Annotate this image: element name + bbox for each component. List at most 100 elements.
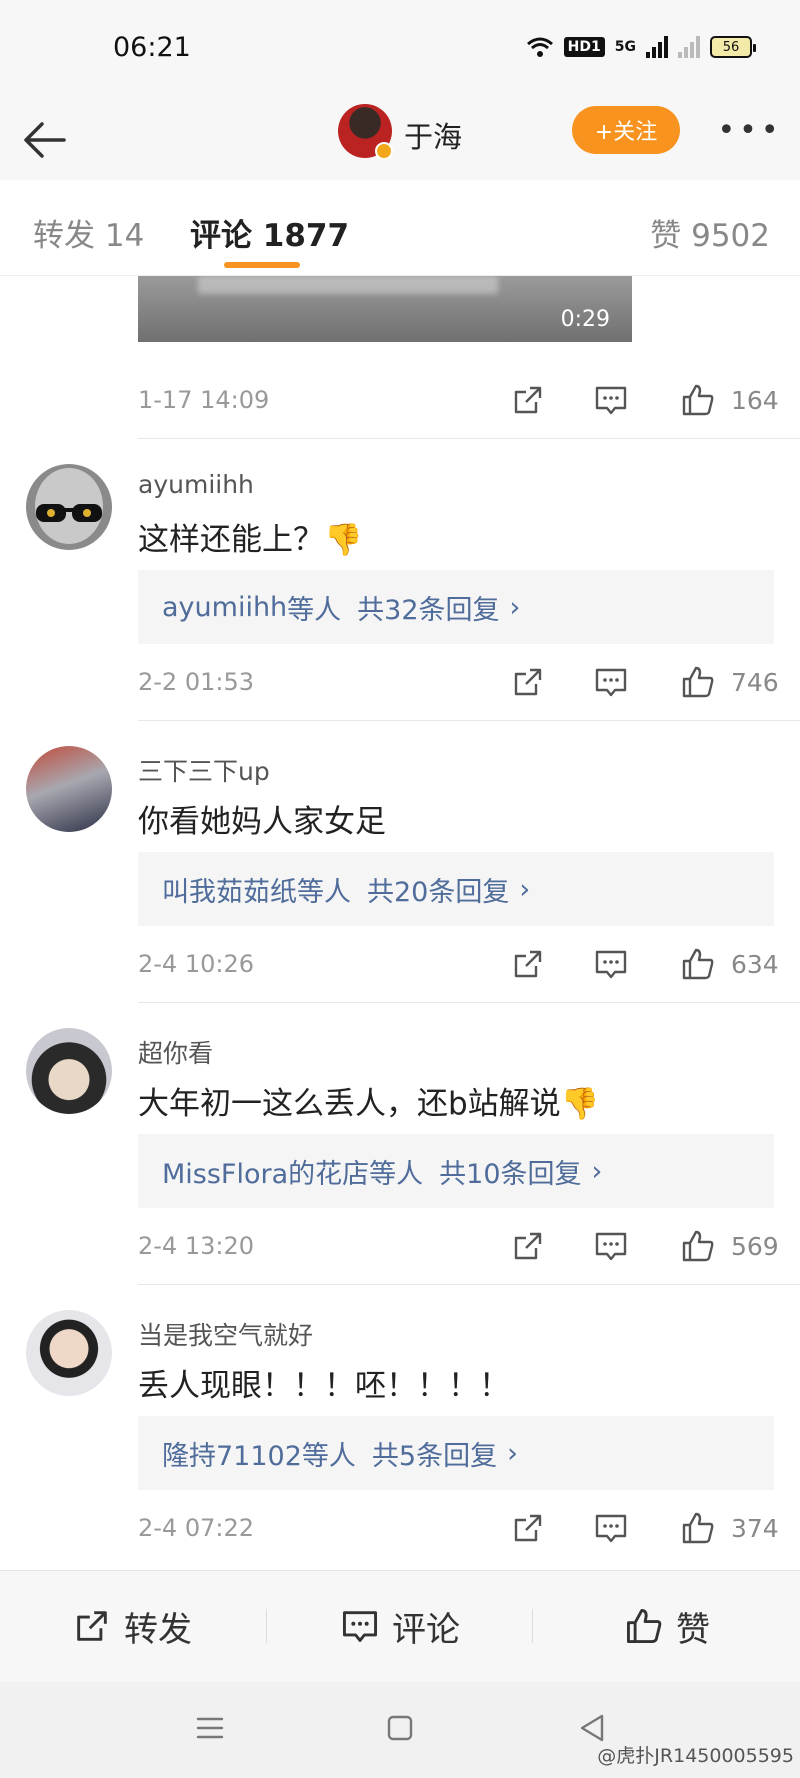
- commenter-avatar[interactable]: [26, 1310, 112, 1396]
- status-icons: HD1 5G 56: [526, 36, 756, 58]
- comment-icon[interactable]: [593, 382, 629, 418]
- reply-count: 共5条回复: [371, 1440, 498, 1472]
- back-arrow-icon: [24, 122, 66, 158]
- watermark: @虎扑JR1450005595: [597, 1745, 794, 1767]
- like-count: 634: [731, 950, 779, 979]
- reply-summary[interactable]: MissFlora的花店 等人 共10条回复 ›: [138, 1134, 774, 1208]
- comment-meta-row: 2-4 10:26 634: [138, 946, 779, 986]
- comment-text: 丢人现眼！！！呸！！！！: [138, 1368, 510, 1404]
- reply-author: 叫我茹茹纸: [162, 876, 297, 908]
- top-bar: 于海 +关注 •••: [0, 100, 800, 180]
- comment-meta-row: 2-4 13:20 569: [138, 1228, 779, 1268]
- commenter-name[interactable]: 当是我空气就好: [138, 1316, 313, 1352]
- share-icon[interactable]: [510, 382, 546, 418]
- reply-author: MissFlora的花店: [162, 1158, 370, 1190]
- like-count: 164: [731, 386, 779, 415]
- comment-meta-row: 2-2 01:53 746: [138, 664, 779, 704]
- share-icon[interactable]: [510, 1510, 546, 1546]
- repost-button[interactable]: 转发: [72, 1603, 192, 1650]
- follow-button[interactable]: +关注: [572, 106, 680, 154]
- author-name[interactable]: 于海: [404, 114, 462, 156]
- commenter-name[interactable]: 超你看: [138, 1034, 213, 1070]
- like-icon[interactable]: [680, 664, 716, 700]
- like-count: 569: [731, 1232, 779, 1261]
- signal-icon: [646, 36, 668, 58]
- reply-suffix: 等人: [301, 1440, 356, 1472]
- divider: [532, 1609, 533, 1643]
- comment-label: 评论: [392, 1609, 460, 1650]
- comment-item: ayumiihh 这样还能上？👎 ayumiihh 等人 共32条回复 › 2-…: [0, 438, 800, 720]
- reply-summary[interactable]: 隆持71102 等人 共5条回复 ›: [138, 1416, 774, 1490]
- comment-meta-row: 2-4 07:22 374: [138, 1510, 779, 1550]
- tab-comments[interactable]: 评论 1877: [190, 210, 349, 255]
- system-nav-bar: @虎扑JR1450005595: [0, 1682, 800, 1778]
- like-count: 746: [731, 668, 779, 697]
- recent-apps-button[interactable]: [190, 1708, 230, 1748]
- comment-time: 1-17 14:09: [138, 386, 270, 414]
- reply-suffix: 等人: [287, 594, 342, 626]
- battery-level: 56: [722, 39, 740, 55]
- chevron-right-icon: ›: [507, 1437, 518, 1469]
- chevron-right-icon: ›: [509, 591, 521, 623]
- share-icon[interactable]: [510, 1228, 546, 1264]
- wifi-icon: [526, 37, 553, 57]
- like-icon[interactable]: [680, 1510, 716, 1546]
- chevron-right-icon: ›: [519, 873, 531, 905]
- video-thumbnail[interactable]: 0:29: [138, 276, 632, 342]
- reply-author: ayumiihh: [162, 591, 288, 623]
- bottom-action-bar: 转发 评论 赞: [0, 1570, 800, 1682]
- comment-button[interactable]: 评论: [340, 1603, 800, 1650]
- reply-suffix: 等人: [369, 1158, 424, 1190]
- comment-icon[interactable]: [593, 946, 629, 982]
- commenter-avatar[interactable]: [26, 746, 112, 832]
- comment-meta-row: 1-17 14:09 164: [138, 382, 779, 422]
- like-icon: [627, 1609, 662, 1643]
- like-button[interactable]: 赞: [624, 1603, 710, 1650]
- sunglasses-avatar-icon: [35, 468, 103, 544]
- more-options-button[interactable]: •••: [717, 110, 778, 150]
- commenter-name[interactable]: ayumiihh: [138, 470, 254, 499]
- comment-item: 三下三下up 你看她妈人家女足 叫我茹茹纸 等人 共20条回复 › 2-4 10…: [0, 720, 800, 1002]
- home-button[interactable]: [380, 1708, 420, 1748]
- reply-count: 共10条回复: [439, 1158, 582, 1190]
- commenter-avatar[interactable]: [26, 464, 112, 550]
- like-icon[interactable]: [680, 1228, 716, 1264]
- reply-summary[interactable]: ayumiihh 等人 共32条回复 ›: [138, 570, 774, 644]
- signal-icon-secondary: [678, 36, 700, 58]
- comment-text: 大年初一这么丢人，还b站解说👎: [138, 1086, 600, 1122]
- verified-badge-icon: [375, 142, 393, 160]
- repost-label: 转发: [124, 1609, 192, 1650]
- comment-time: 2-2 01:53: [138, 668, 254, 696]
- battery-icon: 56: [710, 36, 756, 58]
- share-icon: [77, 1611, 107, 1641]
- reply-count: 共20条回复: [367, 876, 510, 908]
- like-icon[interactable]: [680, 946, 716, 982]
- comment-icon: [343, 1611, 377, 1642]
- network-label: 5G: [614, 39, 636, 55]
- reply-summary[interactable]: 叫我茹茹纸 等人 共20条回复 ›: [138, 852, 774, 926]
- post-tabs: 转发 14 评论 1877 赞 9502: [0, 180, 800, 276]
- like-count: 374: [731, 1514, 779, 1543]
- tab-reposts[interactable]: 转发 14: [33, 210, 144, 255]
- active-tab-indicator: [224, 262, 300, 268]
- like-icon[interactable]: [680, 382, 716, 418]
- comment-item: 当是我空气就好 丢人现眼！！！呸！！！！ 隆持71102 等人 共5条回复 › …: [0, 1284, 800, 1566]
- video-duration: 0:29: [560, 307, 610, 332]
- reply-author: 隆持71102: [162, 1440, 302, 1472]
- status-time: 06:21: [113, 32, 191, 63]
- share-icon[interactable]: [510, 946, 546, 982]
- share-icon[interactable]: [510, 664, 546, 700]
- comment-time: 2-4 10:26: [138, 950, 254, 978]
- back-button[interactable]: [20, 110, 80, 170]
- menu-icon: [196, 1717, 224, 1739]
- commenter-name[interactable]: 三下三下up: [138, 752, 270, 788]
- tab-likes[interactable]: 赞 9502: [650, 210, 770, 255]
- comment-icon[interactable]: [593, 664, 629, 700]
- comment-icon[interactable]: [593, 1228, 629, 1264]
- commenter-avatar[interactable]: [26, 1028, 112, 1114]
- divider: [266, 1609, 267, 1643]
- comment-text: 这样还能上？👎: [138, 522, 363, 558]
- comment-text: 你看她妈人家女足: [138, 804, 386, 840]
- comment-icon[interactable]: [593, 1510, 629, 1546]
- video-frame-blur: [198, 276, 498, 294]
